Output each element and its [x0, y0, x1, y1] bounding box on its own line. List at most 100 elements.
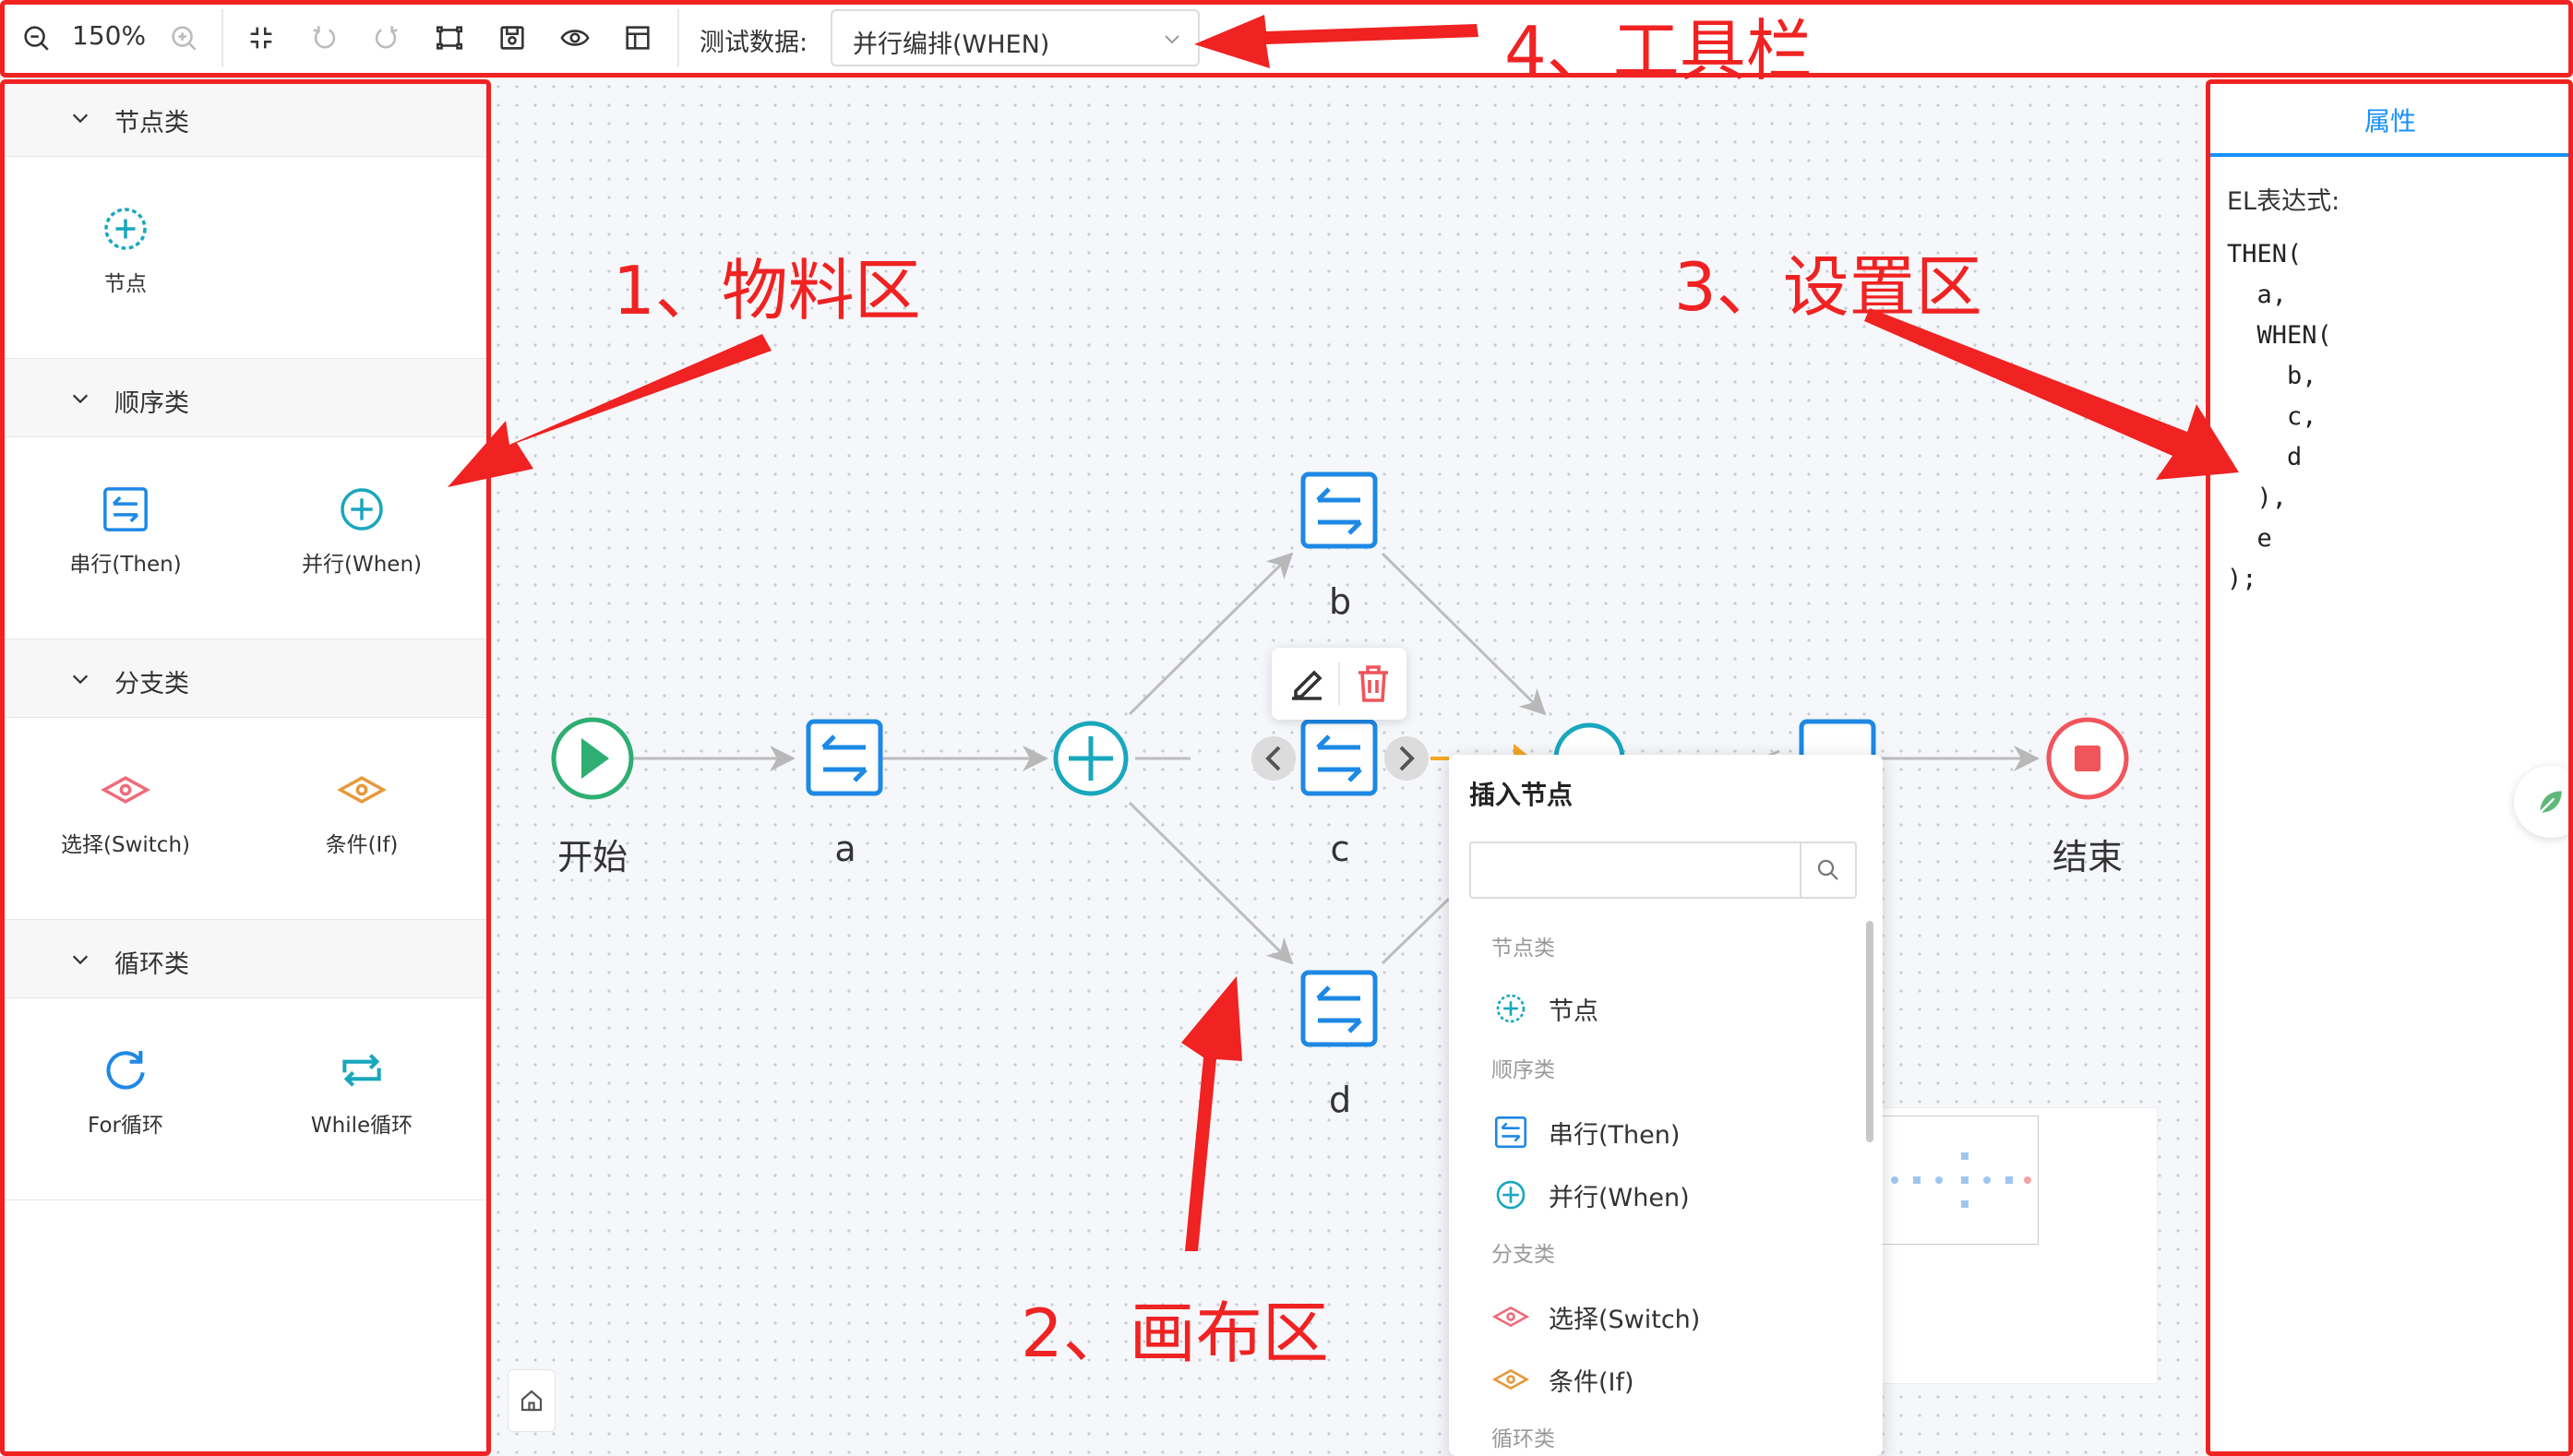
test-data-select[interactable]: 并行编排(WHEN)	[831, 9, 1200, 66]
material-item-switch[interactable]: 选择(Switch)	[33, 764, 218, 893]
zoom-level: 150%	[72, 20, 147, 51]
popover-category: 循环类	[1491, 1427, 1555, 1451]
layout-icon[interactable]	[616, 17, 659, 59]
node-c[interactable]	[1300, 719, 1378, 796]
popover-item-then[interactable]: 串行(Then)	[1491, 1107, 1824, 1155]
node-b[interactable]	[1300, 471, 1378, 549]
undo-icon[interactable]	[303, 17, 345, 59]
home-button[interactable]	[508, 1369, 556, 1432]
loop-icon	[342, 1054, 381, 1087]
popover-item-label: 并行(When)	[1549, 1184, 1690, 1212]
material-item-label: 条件(If)	[325, 833, 399, 857]
chevron-down-icon	[72, 113, 89, 124]
group-header-node[interactable]: 节点类	[0, 78, 489, 157]
material-item-if[interactable]: 条件(If)	[269, 764, 454, 893]
eye-diamond-icon	[1491, 1306, 1530, 1328]
popover-item-label: 节点	[1549, 997, 1598, 1026]
chevron-down-icon	[72, 674, 89, 685]
node-d[interactable]	[1300, 970, 1378, 1047]
material-item-label: 节点	[104, 272, 147, 296]
plus-circle-dashed-icon	[104, 208, 147, 250]
node-a[interactable]	[806, 719, 883, 796]
home-icon	[521, 1390, 543, 1412]
plus-circle-icon	[341, 488, 383, 531]
minimap-graph	[1891, 1152, 2031, 1208]
preview-icon[interactable]	[554, 17, 596, 59]
popover-scrollbar[interactable]	[1866, 921, 1873, 1142]
node-label-start: 开始	[556, 837, 628, 877]
end-node[interactable]	[2046, 717, 2129, 800]
node-label-d: d	[1328, 1080, 1352, 1120]
edge-b-join[interactable]	[1381, 552, 1547, 716]
group-header-branch[interactable]: 分支类	[0, 638, 489, 718]
chevron-down-icon	[72, 394, 89, 404]
fit-icon[interactable]	[240, 17, 282, 59]
refresh-icon	[106, 1051, 145, 1090]
zoom-in-icon[interactable]	[162, 17, 205, 59]
group-title: 节点类	[114, 109, 189, 137]
move-right-button[interactable]	[1384, 736, 1429, 781]
node-label-c: c	[1330, 829, 1350, 869]
test-data-label: 测试数据:	[700, 29, 808, 57]
edit-icon[interactable]	[1285, 662, 1329, 706]
material-item-label: 并行(When)	[302, 553, 422, 577]
plus-circle-dashed-icon	[1496, 994, 1526, 1023]
material-item-label: 选择(Switch)	[61, 833, 190, 857]
group-title: 循环类	[114, 950, 189, 979]
plus-circle-icon	[1496, 1180, 1526, 1210]
move-left-button[interactable]	[1251, 736, 1296, 781]
popover-item-label: 选择(Switch)	[1549, 1306, 1701, 1334]
material-panel: 节点类 节点 顺序类 串行(Then) 并行(When) 分支类 选择(Swit…	[0, 78, 489, 1456]
edge-when-b[interactable]	[1128, 552, 1294, 716]
edge-d-join[interactable]	[1381, 897, 1451, 965]
material-item-node[interactable]: 节点	[33, 203, 218, 332]
test-data-value: 并行编排(WHEN)	[853, 30, 1050, 59]
swap-icon	[103, 487, 148, 531]
zoom-out-icon[interactable]	[15, 17, 57, 59]
popover-category: 节点类	[1491, 937, 1555, 961]
popover-item-when[interactable]: 并行(When)	[1491, 1170, 1824, 1218]
popover-item-node[interactable]: 节点	[1491, 984, 1824, 1032]
material-item-when[interactable]: 并行(When)	[269, 483, 454, 613]
annotation-settings: 3、设置区	[1674, 248, 1982, 326]
start-node[interactable]	[551, 717, 634, 800]
delete-icon[interactable]	[1351, 662, 1395, 706]
eye-diamond-icon	[337, 776, 387, 804]
popover-item-switch[interactable]: 选择(Switch)	[1491, 1292, 1824, 1340]
annotation-material: 1、物料区	[613, 252, 921, 329]
popover-category: 顺序类	[1491, 1058, 1555, 1082]
popover-title: 插入节点	[1469, 780, 1574, 810]
material-item-label: 串行(Then)	[69, 553, 182, 577]
search-button[interactable]	[1800, 843, 1855, 897]
tab-properties[interactable]: 属性	[2207, 78, 2573, 157]
material-item-while[interactable]: While循环	[269, 1044, 454, 1174]
annotation-toolbar: 4、工具栏	[1504, 12, 1813, 90]
group-title: 分支类	[114, 670, 189, 698]
el-expression-code: THEN( a, WHEN( b, c, d ), e );	[2227, 240, 2332, 593]
tab-label: 属性	[2364, 106, 2416, 137]
search-icon	[1817, 859, 1838, 880]
node-label-b: b	[1328, 581, 1352, 622]
property-panel: 属性 EL表达式: THEN( a, WHEN( b, c, d ), e );	[2206, 78, 2573, 1456]
popover-item-if[interactable]: 条件(If)	[1491, 1355, 1824, 1402]
material-item-label: For循环	[88, 1114, 163, 1138]
edge-when-d[interactable]	[1128, 801, 1294, 965]
material-item-for[interactable]: For循环	[33, 1044, 218, 1174]
material-item-then[interactable]: 串行(Then)	[33, 483, 218, 613]
node-label-a: a	[834, 829, 856, 869]
popover-item-label: 条件(If)	[1549, 1368, 1634, 1397]
node-when[interactable]	[1053, 721, 1129, 796]
minimap[interactable]	[1881, 1107, 2158, 1384]
full-screen-icon[interactable]	[428, 17, 471, 59]
popover-search-input[interactable]	[1469, 841, 1857, 899]
group-header-sequence[interactable]: 顺序类	[0, 358, 489, 437]
annotation-canvas: 2、画布区	[1021, 1295, 1329, 1372]
save-icon[interactable]	[491, 17, 533, 59]
redo-icon[interactable]	[365, 17, 408, 59]
popover-category: 分支类	[1491, 1243, 1555, 1267]
swap-icon	[1494, 1116, 1527, 1149]
group-header-loop[interactable]: 循环类	[0, 919, 489, 998]
eye-diamond-icon	[101, 776, 150, 804]
leaf-icon	[2539, 791, 2562, 814]
el-expression-label: EL表达式:	[2227, 187, 2340, 216]
